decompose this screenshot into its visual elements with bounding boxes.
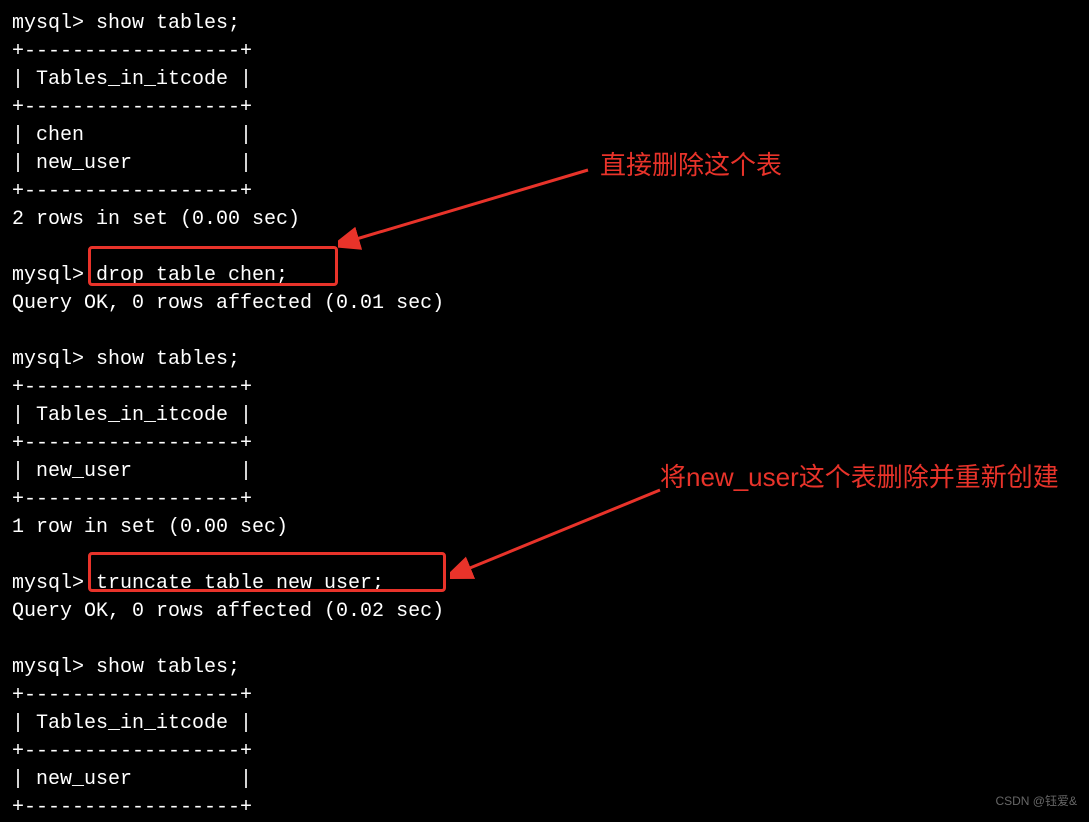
terminal-line: mysql> show tables; [12, 654, 1077, 682]
terminal-line: +------------------+ [12, 38, 1077, 66]
terminal-line: Query OK, 0 rows affected (0.02 sec) [12, 598, 1077, 626]
terminal-output: mysql> show tables;+------------------+|… [12, 10, 1077, 822]
watermark: CSDN @钰爱& [995, 793, 1077, 810]
terminal-line: mysql> truncate table new_user; [12, 570, 1077, 598]
terminal-line: | chen | [12, 122, 1077, 150]
terminal-line: +------------------+ [12, 374, 1077, 402]
terminal-line: +------------------+ [12, 430, 1077, 458]
terminal-line: +------------------+ [12, 682, 1077, 710]
annotation-drop-table: 直接删除这个表 [600, 148, 782, 183]
terminal-line [12, 318, 1077, 346]
terminal-line [12, 234, 1077, 262]
terminal-line: | Tables_in_itcode | [12, 66, 1077, 94]
annotation-truncate-table: 将new_user这个表删除并重新创建 [660, 460, 1080, 495]
terminal-line: +------------------+ [12, 94, 1077, 122]
terminal-line: +------------------+ [12, 178, 1077, 206]
terminal-line: 1 row in set (0.00 sec) [12, 514, 1077, 542]
terminal-line [12, 626, 1077, 654]
terminal-line: Query OK, 0 rows affected (0.01 sec) [12, 290, 1077, 318]
terminal-line: | new_user | [12, 150, 1077, 178]
terminal-line: mysql> show tables; [12, 10, 1077, 38]
terminal-line: | Tables_in_itcode | [12, 402, 1077, 430]
terminal-line [12, 542, 1077, 570]
terminal-line: | Tables_in_itcode | [12, 710, 1077, 738]
terminal-line: 2 rows in set (0.00 sec) [12, 206, 1077, 234]
terminal-line: | new_user | [12, 766, 1077, 794]
terminal-line: mysql> drop table chen; [12, 262, 1077, 290]
terminal-line: mysql> show tables; [12, 346, 1077, 374]
terminal-line: +------------------+ [12, 738, 1077, 766]
